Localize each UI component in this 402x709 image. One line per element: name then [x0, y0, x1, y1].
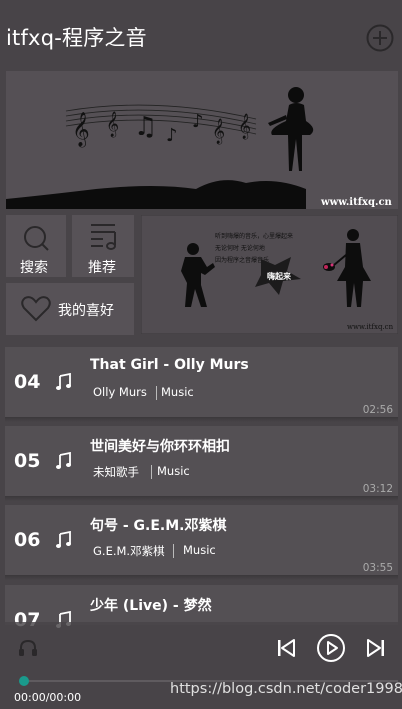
music-note-icon: [56, 531, 71, 548]
song-number: 04: [14, 371, 41, 393]
skip-previous-icon[interactable]: [276, 638, 296, 658]
svg-text:♪: ♪: [192, 111, 204, 132]
song-number: 05: [14, 450, 41, 472]
recommend-tile-label: 推荐: [88, 260, 116, 276]
meta-divider: [173, 544, 174, 558]
banner-site-text: www.itfxq.cn: [320, 197, 393, 208]
song-title: 世间美好与你环环相扣: [90, 439, 230, 455]
song-title: That Girl - Olly Murs: [90, 357, 249, 373]
playlist-icon: [91, 224, 116, 250]
song-artist: G.E.M.邓紫棋: [93, 544, 165, 558]
poster-badge: 嗨起来: [267, 271, 292, 281]
headphones-icon: [19, 639, 37, 656]
song-title: 句号 - G.E.M.邓紫棋: [90, 518, 227, 534]
song-number: 06: [14, 529, 41, 551]
poster-line-1: 听到嗨爆的音乐，心里爆起来: [215, 232, 293, 240]
progress-knob[interactable]: [19, 676, 29, 686]
favorites-tile[interactable]: 我的喜好: [6, 283, 134, 335]
row-shadow: [5, 496, 398, 501]
song-duration: 03:12: [362, 483, 393, 495]
search-tile[interactable]: 搜索: [6, 215, 66, 277]
song-album: Music: [183, 543, 216, 557]
svg-text:𝄞: 𝄞: [212, 118, 225, 144]
svg-text:♪: ♪: [166, 125, 178, 146]
plus-circle-icon[interactable]: [366, 24, 394, 52]
time-label: 00:00/00:00: [14, 691, 82, 704]
svg-text:𝄞: 𝄞: [238, 113, 251, 139]
heart-icon: [21, 296, 51, 322]
app-title: itfxq-程序之音: [6, 26, 147, 50]
row-shadow: [5, 417, 398, 422]
meta-divider: [151, 465, 152, 479]
top-bar: itfxq-程序之音: [0, 0, 402, 72]
song-row[interactable]: 07 少年 (Live) - 梦然: [5, 585, 398, 631]
song-album: Music: [157, 464, 190, 478]
favorites-tile-label: 我的喜好: [58, 303, 114, 319]
song-title: 少年 (Live) - 梦然: [90, 598, 212, 614]
song-artist: 未知歌手: [93, 465, 139, 479]
watermark-text: https://blog.csdn.net/coder1998: [170, 681, 402, 697]
song-row[interactable]: 05 世间美好与你环环相扣 未知歌手 Music 03:12: [5, 426, 398, 496]
song-duration: 03:55: [362, 562, 393, 574]
meta-divider: [156, 386, 157, 400]
play-circle-icon[interactable]: [316, 633, 346, 663]
song-duration: 02:56: [362, 404, 393, 416]
row-shadow: [5, 575, 398, 580]
banner-artwork: 𝄞 𝄞 ♫ ♪ ♪ 𝄞 𝄞 www.itfxq.cn: [6, 87, 393, 209]
music-note-icon: [56, 373, 71, 390]
search-icon: [24, 226, 49, 251]
song-row[interactable]: 04 That Girl - Olly Murs Olly Murs Music…: [5, 347, 398, 417]
search-tile-label: 搜索: [20, 260, 48, 276]
banner-image[interactable]: 𝄞 𝄞 ♫ ♪ ♪ 𝄞 𝄞 www.itfxq.cn: [6, 71, 398, 209]
poster-line-3: 因为程序之音爆音乐: [215, 256, 269, 264]
song-album: Music: [161, 385, 194, 399]
song-row[interactable]: 06 句号 - G.E.M.邓紫棋 G.E.M.邓紫棋 Music 03:55: [5, 505, 398, 575]
song-artist: Olly Murs: [93, 385, 147, 399]
recommend-tile[interactable]: 推荐: [72, 215, 134, 277]
poster-site-text: www.itfxq.cn: [347, 323, 394, 331]
poster-line-2: 无论何时 无论何地: [215, 244, 265, 252]
music-note-icon: [56, 452, 71, 469]
promo-poster[interactable]: 听到嗨爆的音乐，心里爆起来 无论何时 无论何地 因为程序之音爆音乐 嗨起来 ww…: [141, 215, 398, 334]
svg-text:𝄞: 𝄞: [106, 111, 119, 137]
skip-next-icon[interactable]: [366, 638, 386, 658]
svg-text:♫: ♫: [134, 112, 157, 142]
poster-artwork: 听到嗨爆的音乐，心里爆起来 无论何时 无论何地 因为程序之音爆音乐 嗨起来 ww…: [141, 215, 398, 334]
svg-text:𝄞: 𝄞: [72, 112, 90, 148]
